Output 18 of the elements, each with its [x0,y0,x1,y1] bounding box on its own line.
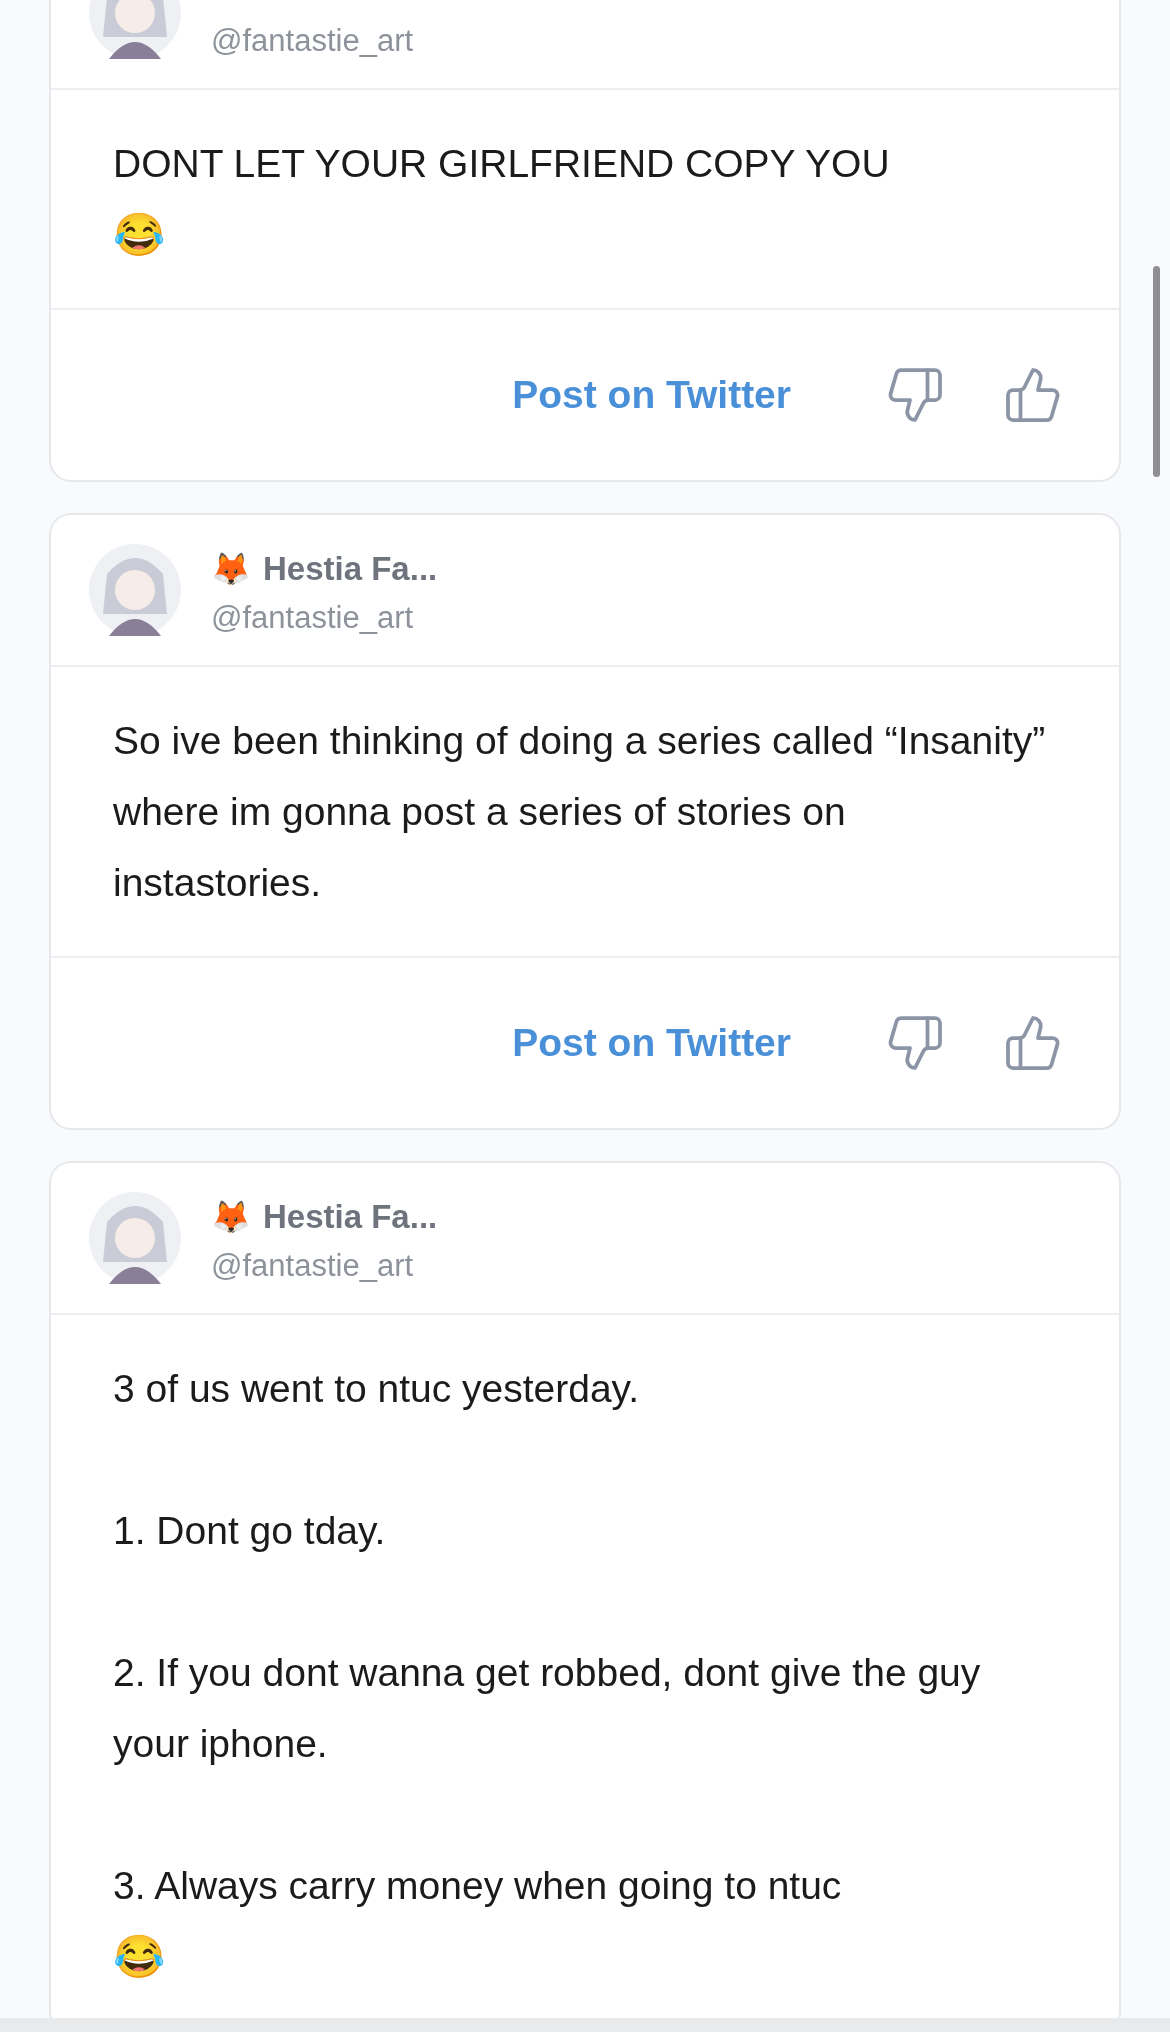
scrollbar[interactable] [1153,266,1160,477]
laughing-emoji: 😂 [113,210,165,260]
author-name: Hestia Fa... [263,1197,438,1237]
post-on-twitter-link[interactable]: Post on Twitter [512,1013,791,1073]
post-text: 3 of us went to ntuc yesterday. [113,1366,641,1412]
fox-emoji: 🦊 [211,1198,251,1237]
author-handle: @fantastie_art [211,22,414,60]
post-text: 3. Always carry money when going to ntuc [113,1863,843,1909]
post-text: DONT LET YOUR GIRLFRIEND COPY YOU [113,141,891,187]
post-text: So ive been thinking of doing a series called “Insanity” where im gonna post a series of stories on instastories. [113,718,1047,906]
post-on-twitter-link[interactable]: Post on Twitter [512,365,791,425]
author-handle: @fantastie_art [211,599,415,637]
post-text: 2. If you dont wanna get robbed, dont give the guy your iphone. [113,1650,982,1767]
author-handle: @fantastie_art [211,1247,415,1285]
laughing-emoji: 😂 [113,1932,165,1982]
author-name: Hestia Fa... [263,549,438,589]
post-text: 1. Dont go tday. [113,1508,387,1554]
fox-emoji: 🦊 [211,550,251,589]
